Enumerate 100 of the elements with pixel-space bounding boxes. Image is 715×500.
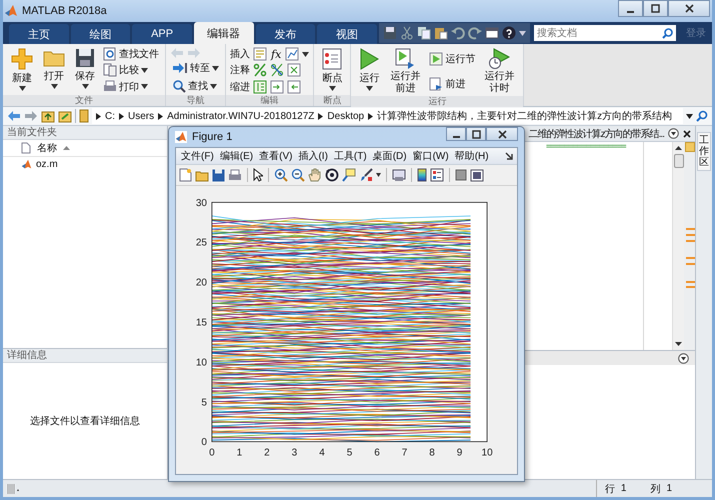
scroll-thumb[interactable] xyxy=(674,154,684,168)
dropdown-circle-icon[interactable] xyxy=(678,352,689,364)
copy-icon[interactable] xyxy=(416,26,431,40)
menu-item[interactable]: 桌面(D) xyxy=(370,149,410,163)
insert-function-button[interactable]: fx xyxy=(270,48,282,61)
maximize-button[interactable] xyxy=(466,127,486,141)
menu-item[interactable]: 查看(V) xyxy=(256,149,296,163)
close-button[interactable] xyxy=(486,127,518,141)
redo-icon[interactable] xyxy=(468,26,482,40)
browse-folder-icon[interactable] xyxy=(58,110,72,122)
indent-right-icon[interactable] xyxy=(270,80,284,94)
indent-button[interactable]: 缩进 xyxy=(230,80,250,94)
run-section-button[interactable]: 运行节 xyxy=(427,50,478,66)
vertical-scrollbar[interactable] xyxy=(672,142,684,350)
cut-icon[interactable] xyxy=(400,26,414,40)
printer-icon[interactable] xyxy=(228,168,242,182)
print-button[interactable]: 打印 xyxy=(101,78,161,95)
path-segment[interactable]: C: xyxy=(105,110,115,122)
comment-button[interactable]: 注释 xyxy=(230,63,250,78)
zoom-in-icon[interactable] xyxy=(274,168,288,182)
insert-section-icon[interactable] xyxy=(253,47,267,62)
find-files-button[interactable]: 查找文件 xyxy=(101,46,161,62)
menu-item[interactable]: 文件(F) xyxy=(178,149,217,163)
run-button[interactable]: 运行 xyxy=(355,46,384,96)
new-file-icon[interactable] xyxy=(179,168,192,182)
caret-icon[interactable] xyxy=(376,173,381,177)
caret-icon[interactable] xyxy=(302,52,310,57)
file-item[interactable]: oz.m xyxy=(3,157,167,172)
chevron-right-icon[interactable] xyxy=(119,112,124,120)
ribbon-tab[interactable]: 视图 xyxy=(317,24,377,44)
smart-indent-icon[interactable] xyxy=(253,80,267,94)
brush-icon[interactable] xyxy=(359,168,373,182)
grip-icon[interactable] xyxy=(7,482,21,494)
pointer-icon[interactable] xyxy=(253,168,263,182)
run-and-time-button[interactable]: 运行并计时 xyxy=(479,46,520,96)
link-plot-icon[interactable] xyxy=(392,168,406,182)
save-button[interactable]: 保存 xyxy=(71,46,99,95)
menu-item[interactable]: 帮助(H) xyxy=(452,149,492,163)
legend-icon[interactable] xyxy=(430,168,444,182)
search-icon[interactable] xyxy=(662,28,673,38)
wrap-comment-icon[interactable] xyxy=(287,63,301,78)
minimize-button[interactable] xyxy=(446,127,466,141)
path-segment[interactable]: Administrator.WIN7U-20180127Z xyxy=(167,110,314,122)
ribbon-tab[interactable]: 编辑器 xyxy=(194,22,254,44)
chevron-right-icon[interactable] xyxy=(318,112,324,120)
colorbar-icon[interactable] xyxy=(417,168,427,182)
undo-icon[interactable] xyxy=(450,26,465,40)
save-icon[interactable] xyxy=(382,26,397,40)
find-button[interactable]: 查找 xyxy=(170,78,221,94)
close-button[interactable] xyxy=(668,0,710,17)
open-button[interactable]: 打开 xyxy=(39,46,69,95)
dock-arrow-icon[interactable] xyxy=(505,152,513,160)
column-header[interactable]: 名称 xyxy=(3,140,167,157)
menu-item[interactable]: 插入(I) xyxy=(295,149,331,163)
advance-button[interactable]: 前进 xyxy=(427,76,478,92)
window-layout-icon[interactable] xyxy=(484,26,499,40)
show-tools-icon[interactable] xyxy=(470,168,484,182)
breakpoints-button[interactable]: 断点 xyxy=(318,46,346,95)
maximize-button[interactable] xyxy=(643,0,668,17)
path-segment[interactable]: Desktop xyxy=(327,110,364,122)
menu-item[interactable]: 编辑(E) xyxy=(216,149,256,163)
folder-icon[interactable] xyxy=(195,168,209,182)
search-input[interactable]: 搜索文档 xyxy=(534,26,662,40)
path-segment[interactable]: Users xyxy=(128,110,154,122)
chevron-right-icon[interactable] xyxy=(158,112,164,120)
workspace-tab[interactable]: 工作区 xyxy=(697,132,711,171)
rotate-3d-icon[interactable] xyxy=(325,168,339,182)
up-folder-icon[interactable] xyxy=(41,110,55,122)
data-cursor-icon[interactable] xyxy=(342,168,356,182)
dropdown-circle-icon[interactable] xyxy=(668,128,679,139)
zoom-out-icon[interactable] xyxy=(291,168,305,182)
chart-insert-icon[interactable] xyxy=(285,47,300,62)
help-icon[interactable] xyxy=(502,26,516,40)
search-icon[interactable] xyxy=(696,110,708,122)
caret-icon[interactable] xyxy=(686,114,693,118)
back-arrow-icon[interactable] xyxy=(7,110,21,122)
scroll-down-icon[interactable] xyxy=(675,342,682,346)
compare-button[interactable]: 比较 xyxy=(101,62,161,78)
minimize-button[interactable] xyxy=(618,0,643,17)
new-button[interactable]: 新建 xyxy=(7,46,37,95)
editor-tab[interactable]: 二维的弹性波计算z方向的带系结... xyxy=(528,126,664,140)
path-segment[interactable]: 计算弹性波带隙结构，主要针对二维的弹性波计算z方向的带系结构 xyxy=(377,109,672,123)
indent-left-icon[interactable] xyxy=(287,80,301,94)
insert-button[interactable]: 插入 xyxy=(230,47,250,62)
ribbon-tab[interactable]: 发布 xyxy=(256,24,316,44)
go-to-button[interactable]: 转至 xyxy=(170,60,221,76)
scroll-up-icon[interactable] xyxy=(675,146,682,150)
ribbon-tab[interactable]: 绘图 xyxy=(70,24,130,44)
menu-item[interactable]: 工具(T) xyxy=(330,149,370,163)
ribbon-tab[interactable]: 主页 xyxy=(9,24,69,44)
chevron-right-icon[interactable] xyxy=(96,112,101,120)
hide-tools-icon[interactable] xyxy=(455,169,467,181)
paste-icon[interactable] xyxy=(434,26,448,40)
ribbon-tab[interactable]: APP xyxy=(132,24,192,44)
chevron-right-icon[interactable] xyxy=(368,112,374,120)
close-icon[interactable] xyxy=(683,130,691,138)
menu-item[interactable]: 窗口(W) xyxy=(410,149,452,163)
uncomment-icon[interactable] xyxy=(270,63,284,78)
run-and-advance-button[interactable]: 运行并前进 xyxy=(385,46,426,96)
percent-icon[interactable] xyxy=(253,63,267,78)
